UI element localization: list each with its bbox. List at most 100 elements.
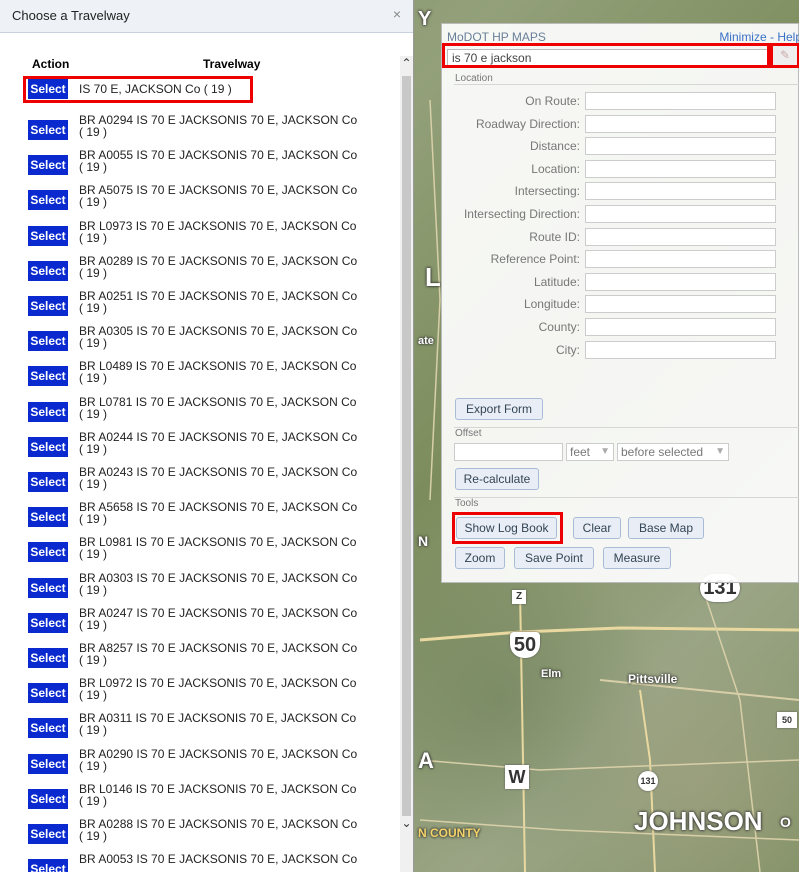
select-button[interactable]: Select (28, 612, 68, 633)
select-button[interactable]: Select (28, 753, 68, 774)
field-input[interactable] (585, 182, 776, 201)
select-button[interactable]: Select (28, 648, 68, 668)
field-input[interactable] (585, 137, 776, 156)
field-label: Latitude: (533, 274, 580, 289)
column-header-action: Action (32, 57, 70, 71)
measure-button[interactable]: Measure (603, 547, 671, 569)
travelway-row: Select BR A0251 IS 70 E JACKSONIS 70 E, J… (0, 290, 400, 320)
select-button[interactable]: Select (28, 507, 68, 528)
choose-travelway-dialog: Choose a Travelway × Action Travelway Se… (0, 0, 414, 872)
save-point-button[interactable]: Save Point (514, 547, 594, 569)
travelway-name: BR A0294 IS 70 E JACKSONIS 70 E, JACKSON… (79, 113, 358, 127)
offset-input[interactable] (454, 443, 563, 461)
select-button[interactable]: Select (28, 260, 68, 281)
travelway-name: BR A0243 IS 70 E JACKSONIS 70 E, JACKSON… (79, 465, 358, 479)
select-button[interactable]: Select (28, 542, 68, 563)
travelway-row: Select BR A0294 IS 70 E JACKSONIS 70 E, J… (0, 114, 400, 144)
field-input[interactable] (585, 318, 776, 336)
log-book-highlight (452, 512, 563, 544)
field-label: On Route: (525, 94, 580, 108)
locate-button[interactable]: ✎ (770, 43, 799, 68)
select-button[interactable]: Select (28, 718, 68, 739)
base-map-button[interactable]: Base Map (628, 517, 704, 539)
select-button[interactable]: Select (28, 436, 68, 457)
travelway-row: Select BR A5075 IS 70 E JACKSONIS 70 E, J… (0, 184, 400, 214)
select-button[interactable]: Select (28, 472, 68, 492)
travelway-row: Select BR A0053 IS 70 E JACKSONIS 70 E, J… (0, 853, 400, 872)
modot-panel: MoDOT HP MAPS Minimize - Help Location O… (441, 23, 799, 583)
travelway-name: BR L0146 IS 70 E JACKSONIS 70 E, JACKSON… (79, 781, 357, 796)
route-131-small-shield: 131 (638, 771, 658, 791)
select-button[interactable]: Select (28, 683, 68, 704)
select-button[interactable]: Select (28, 577, 68, 598)
select-button[interactable]: Select (28, 296, 68, 316)
travelway-row: Select BR A8257 IS 70 E JACKSONIS 70 E, J… (0, 642, 400, 672)
map-partial-label: ate (418, 335, 434, 347)
field-input[interactable] (585, 205, 776, 223)
section-divider (454, 497, 799, 498)
select-button[interactable]: Select (28, 225, 68, 246)
travelway-name: BR A0247 IS 70 E JACKSONIS 70 E, JACKSON… (79, 605, 358, 620)
panel-title: MoDOT HP MAPS (447, 30, 546, 44)
chevron-down-icon: ▼ (715, 446, 725, 457)
field-input[interactable] (585, 92, 776, 110)
travelway-county-code: ( 19 ) (79, 230, 108, 245)
select-button[interactable]: Select (28, 331, 68, 352)
close-icon[interactable]: × (393, 6, 401, 22)
select-button[interactable]: Select (28, 120, 68, 140)
recalculate-button[interactable]: Re-calculate (455, 468, 539, 490)
list-scrollbar[interactable]: ⌃ ⌄ (400, 56, 413, 872)
field-input[interactable] (585, 227, 776, 246)
dialog-titlebar[interactable]: Choose a Travelway × (0, 0, 413, 33)
list-header: Action Travelway (0, 54, 400, 74)
field-input[interactable] (585, 114, 776, 133)
travelway-county-code: ( 19 ) (79, 512, 108, 527)
travelway-row: Select BR A0288 IS 70 E JACKSONIS 70 E, J… (0, 818, 400, 848)
dialog-title: Choose a Travelway (12, 8, 130, 23)
offset-unit-select[interactable]: feet ▼ (566, 443, 614, 461)
travelway-name: BR A5075 IS 70 E JACKSONIS 70 E, JACKSON… (79, 183, 358, 198)
travelway-county-code: ( 19 ) (79, 547, 108, 562)
select-button[interactable]: Select (28, 401, 68, 422)
export-form-button[interactable]: Export Form (455, 398, 543, 420)
travelway-name: BR A0303 IS 70 E JACKSONIS 70 E, JACKSON… (79, 570, 358, 585)
map-partial-label: O (780, 814, 791, 830)
travelway-row: Select BR L0973 IS 70 E JACKSONIS 70 E, J… (0, 220, 400, 250)
panel-header-links[interactable]: Minimize - Help (719, 30, 799, 44)
travelway-row: Select BR A0247 IS 70 E JACKSONIS 70 E, J… (0, 607, 400, 637)
travelway-row: Select BR L0489 IS 70 E JACKSONIS 70 E, J… (0, 360, 400, 390)
travelway-county-code: ( 19 ) (79, 160, 108, 175)
locate-icon: ✎ (779, 48, 791, 62)
travelway-county-code: ( 19 ) (79, 441, 108, 456)
select-button[interactable]: Select (28, 824, 68, 844)
clear-button[interactable]: Clear (573, 517, 621, 539)
select-button[interactable]: Select (28, 155, 68, 176)
field-input[interactable] (585, 272, 776, 291)
select-button[interactable]: Select (28, 366, 68, 387)
travelway-name: BR A0289 IS 70 E JACKSONIS 70 E, JACKSON… (79, 253, 358, 268)
travelway-row: Select BR A0289 IS 70 E JACKSONIS 70 E, J… (0, 255, 400, 285)
field-label: Distance: (529, 139, 580, 154)
zoom-button[interactable]: Zoom (455, 547, 505, 569)
select-button[interactable]: Select (28, 859, 68, 872)
chevron-up-icon[interactable]: ⌃ (400, 56, 413, 70)
travelway-county-code: ( 19 ) (79, 617, 108, 632)
travelway-row: Select BR A0305 IS 70 E JACKSONIS 70 E, J… (0, 325, 400, 355)
column-header-travelway: Travelway (203, 57, 261, 71)
travelway-row: Select BR A0311 IS 70 E JACKSONIS 70 E, J… (0, 712, 400, 742)
route-50-small-shield: 50 (777, 712, 797, 728)
scrollbar-thumb[interactable] (402, 76, 411, 816)
field-input[interactable] (585, 295, 776, 314)
field-input[interactable] (585, 159, 776, 178)
travelway-name: BR A0305 IS 70 E JACKSONIS 70 E, JACKSON… (79, 324, 358, 339)
map-partial-label: Y (418, 8, 432, 30)
field-input[interactable] (585, 340, 776, 359)
select-button[interactable]: Select (28, 190, 68, 211)
section-divider (454, 427, 799, 428)
offset-section-label: Offset (455, 428, 482, 439)
field-input[interactable] (585, 250, 776, 269)
select-button[interactable]: Select (28, 788, 68, 809)
offset-position-select[interactable]: before selected ▼ (617, 443, 729, 461)
chevron-down-icon[interactable]: ⌄ (400, 816, 413, 830)
field-label: Intersecting Direction: (463, 207, 580, 221)
